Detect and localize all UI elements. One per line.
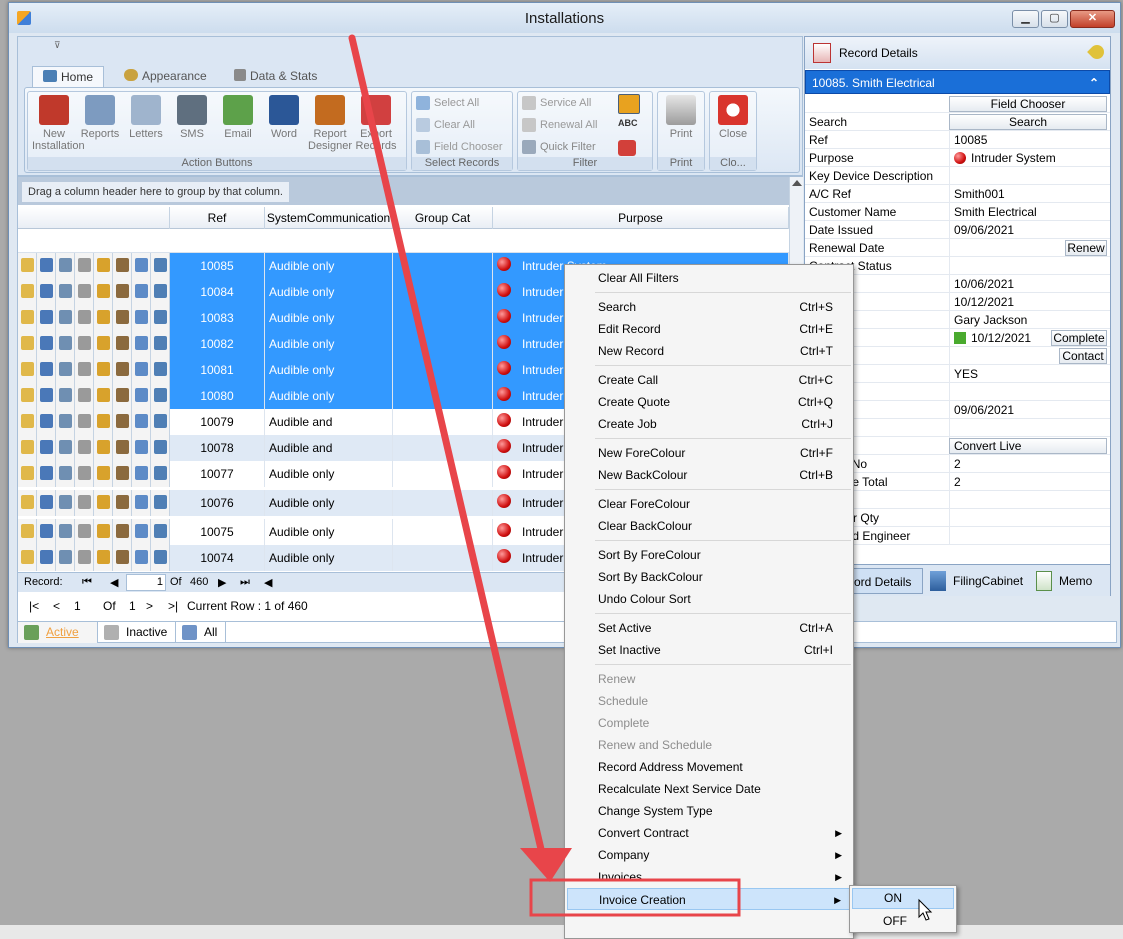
mouse-cursor-icon [918,898,933,921]
annotation-arrow-line [348,34,548,866]
annotation-arrow-head [520,848,572,882]
annotation-highlight-box [529,878,741,917]
annotation-overlay [348,34,933,921]
